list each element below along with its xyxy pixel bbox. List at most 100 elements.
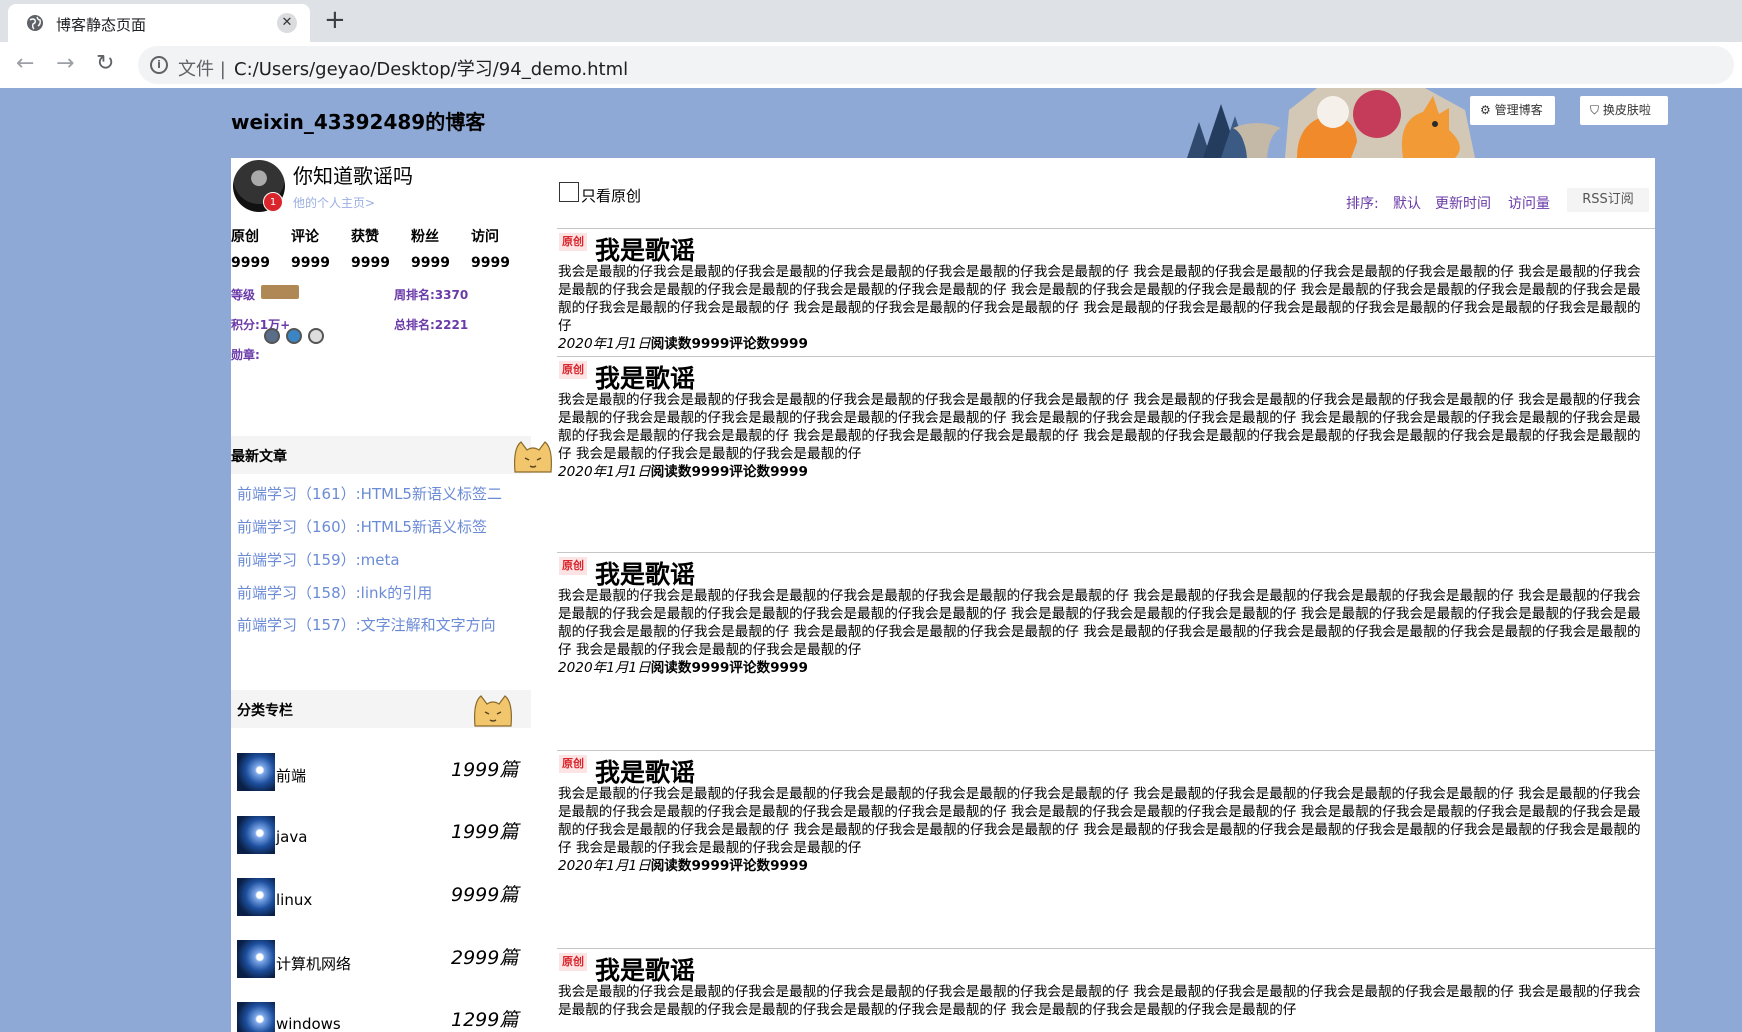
sort-views-link[interactable]: 访问量 <box>1508 193 1550 213</box>
blog-page: weixin_43392489的博客 ⚙ 管理博客 ⛉ 换皮肤啦 1 你知道歌谣… <box>0 88 1742 1032</box>
medal-icon[interactable] <box>286 328 302 344</box>
original-badge: 原创 <box>559 557 587 575</box>
column-thumbnail[interactable] <box>237 753 275 791</box>
stat-value-comments: 9999 <box>291 255 330 271</box>
sort-updated-link[interactable]: 更新时间 <box>1435 193 1491 213</box>
cat-face-icon <box>514 441 552 473</box>
article-item[interactable]: 原创 我是歌谣 我会是最靓的仔我会是最靓的仔我会是最靓的仔我会是最靓的仔我会是最… <box>557 750 1655 948</box>
article-title[interactable]: 我是歌谣 <box>595 951 695 987</box>
url-input[interactable]: i 文件 | C:/Users/geyao/Desktop/学习/94_demo… <box>138 46 1734 84</box>
column-count: 2999篇 <box>451 947 519 969</box>
columns-header: 分类专栏 <box>231 690 531 728</box>
medals-label: 勋章: <box>231 348 260 362</box>
original-badge: 原创 <box>559 755 587 773</box>
stat-label-fans: 粉丝 <box>411 229 439 245</box>
column-name[interactable]: 前端 <box>276 765 306 786</box>
cat-face-icon <box>474 695 512 727</box>
recent-article-link[interactable]: 前端学习（157）:文字注解和文字方向 <box>237 614 496 635</box>
article-item[interactable]: 原创 我是歌谣 我会是最靓的仔我会是最靓的仔我会是最靓的仔我会是最靓的仔我会是最… <box>557 552 1655 750</box>
article-body: 我会是最靓的仔我会是最靓的仔我会是最靓的仔我会是最靓的仔我会是最靓的仔我会是最靓… <box>558 587 1652 677</box>
recent-article-link[interactable]: 前端学习（160）:HTML5新语义标签 <box>237 516 487 537</box>
column-thumbnail[interactable] <box>237 816 275 854</box>
article-body: 我会是最靓的仔我会是最靓的仔我会是最靓的仔我会是最靓的仔我会是最靓的仔我会是最靓… <box>558 391 1652 481</box>
column-thumbnail[interactable] <box>237 940 275 978</box>
medal-icon[interactable] <box>308 328 324 344</box>
close-icon[interactable]: ✕ <box>277 13 297 33</box>
stat-label-likes: 获赞 <box>351 229 379 245</box>
columns-title: 分类专栏 <box>237 703 293 719</box>
points: 积分:1万+ <box>231 318 291 332</box>
week-rank: 周排名:3370 <box>394 288 469 302</box>
article-summary: 我会是最靓的仔我会是最靓的仔我会是最靓的仔我会是最靓的仔我会是最靓的仔我会是最靓… <box>558 588 1641 658</box>
stat-label-comments: 评论 <box>291 229 319 245</box>
stat-label-visits: 访问 <box>471 229 499 245</box>
article-stats: 阅读数9999评论数9999 <box>650 336 808 352</box>
column-count: 1999篇 <box>451 821 519 843</box>
forward-arrow-icon[interactable]: → <box>56 52 74 76</box>
info-icon[interactable]: i <box>150 56 168 74</box>
article-body: 我会是最靓的仔我会是最靓的仔我会是最靓的仔我会是最靓的仔我会是最靓的仔我会是最靓… <box>558 263 1652 353</box>
article-item[interactable]: 原创 我是歌谣 我会是最靓的仔我会是最靓的仔我会是最靓的仔我会是最靓的仔我会是最… <box>557 948 1655 1032</box>
column-name[interactable]: 计算机网络 <box>276 953 351 974</box>
address-bar: ← → ↻ i 文件 | C:/Users/geyao/Desktop/学习/9… <box>0 42 1742 88</box>
article-body: 我会是最靓的仔我会是最靓的仔我会是最靓的仔我会是最靓的仔我会是最靓的仔我会是最靓… <box>558 785 1652 875</box>
article-date: 2020年1月1日 <box>558 858 651 874</box>
column-name[interactable]: windows <box>276 1015 341 1032</box>
article-summary: 我会是最靓的仔我会是最靓的仔我会是最靓的仔我会是最靓的仔我会是最靓的仔我会是最靓… <box>558 786 1641 856</box>
only-original-checkbox[interactable] <box>559 182 579 202</box>
article-summary: 我会是最靓的仔我会是最靓的仔我会是最靓的仔我会是最靓的仔我会是最靓的仔我会是最靓… <box>558 392 1641 462</box>
article-item[interactable]: 原创 我是歌谣 我会是最靓的仔我会是最靓的仔我会是最靓的仔我会是最靓的仔我会是最… <box>557 356 1655 552</box>
medal-icon[interactable] <box>264 328 280 344</box>
sort-default-link[interactable]: 默认 <box>1393 193 1421 213</box>
article-title[interactable]: 我是歌谣 <box>595 359 695 395</box>
article-date: 2020年1月1日 <box>558 660 651 676</box>
tab-title: 博客静态页面 <box>56 16 147 34</box>
column-thumbnail[interactable] <box>237 878 275 916</box>
recent-article-link[interactable]: 前端学习（159）:meta <box>237 549 400 570</box>
content-panel: 1 你知道歌谣吗 他的个人主页> 原创 评论 获赞 粉丝 访问 9999 999… <box>231 158 1655 1032</box>
rss-subscribe-button[interactable]: RSS订阅 <box>1567 188 1649 212</box>
sidebar: 1 你知道歌谣吗 他的个人主页> 原创 评论 获赞 粉丝 访问 9999 999… <box>231 158 552 1032</box>
reload-icon[interactable]: ↻ <box>96 52 114 76</box>
column-thumbnail[interactable] <box>237 1002 275 1032</box>
change-skin-button[interactable]: ⛉ 换皮肤啦 <box>1580 96 1668 125</box>
user-name[interactable]: 你知道歌谣吗 <box>293 160 413 189</box>
column-name[interactable]: linux <box>276 891 312 909</box>
personal-home-link[interactable]: 他的个人主页> <box>293 194 375 211</box>
article-list: 只看原创 排序: 默认 更新时间 访问量 RSS订阅 原创 我是歌谣 我会是最靓… <box>557 158 1655 1032</box>
article-title[interactable]: 我是歌谣 <box>595 231 695 267</box>
article-title[interactable]: 我是歌谣 <box>595 555 695 591</box>
year-badge: 1 <box>263 192 283 212</box>
url-scheme: 文件 | <box>178 59 226 80</box>
globe-icon <box>27 15 43 31</box>
article-summary: 我会是最靓的仔我会是最靓的仔我会是最靓的仔我会是最靓的仔我会是最靓的仔我会是最靓… <box>558 264 1641 334</box>
avatar[interactable]: 1 <box>233 160 285 212</box>
recent-articles-title: 最新文章 <box>231 449 287 465</box>
stat-value-fans: 9999 <box>411 255 450 271</box>
column-name[interactable]: java <box>276 828 307 846</box>
total-rank: 总排名:2221 <box>394 318 469 332</box>
column-count: 1999篇 <box>451 759 519 781</box>
article-stats: 阅读数9999评论数9999 <box>650 464 808 480</box>
recent-article-link[interactable]: 前端学习（158）:link的引用 <box>237 582 432 603</box>
article-item[interactable]: 原创 我是歌谣 我会是最靓的仔我会是最靓的仔我会是最靓的仔我会是最靓的仔我会是最… <box>557 228 1655 356</box>
manage-blog-button[interactable]: ⚙ 管理博客 <box>1470 96 1555 125</box>
stat-value-original: 9999 <box>231 255 270 271</box>
recent-article-link[interactable]: 前端学习（161）:HTML5新语义标签二 <box>237 483 502 504</box>
article-summary: 我会是最靓的仔我会是最靓的仔我会是最靓的仔我会是最靓的仔我会是最靓的仔我会是最靓… <box>558 984 1641 1018</box>
plus-icon[interactable]: + <box>324 6 346 34</box>
article-stats: 阅读数9999评论数9999 <box>650 858 808 874</box>
back-arrow-icon[interactable]: ← <box>16 52 34 76</box>
article-date: 2020年1月1日 <box>558 464 651 480</box>
browser-tab-bar: 博客静态页面 ✕ + <box>0 0 1742 42</box>
stat-label-original: 原创 <box>231 229 259 245</box>
only-original-label[interactable]: 只看原创 <box>581 185 641 206</box>
original-badge: 原创 <box>559 233 587 251</box>
browser-tab[interactable]: 博客静态页面 ✕ <box>8 4 310 42</box>
article-stats: 阅读数9999评论数9999 <box>650 660 808 676</box>
level-label: 等级 <box>231 288 256 302</box>
url-text: C:/Users/geyao/Desktop/学习/94_demo.html <box>234 59 629 80</box>
sort-label: 排序: <box>1346 196 1379 212</box>
article-title[interactable]: 我是歌谣 <box>595 753 695 789</box>
level-badge-icon <box>261 285 299 299</box>
